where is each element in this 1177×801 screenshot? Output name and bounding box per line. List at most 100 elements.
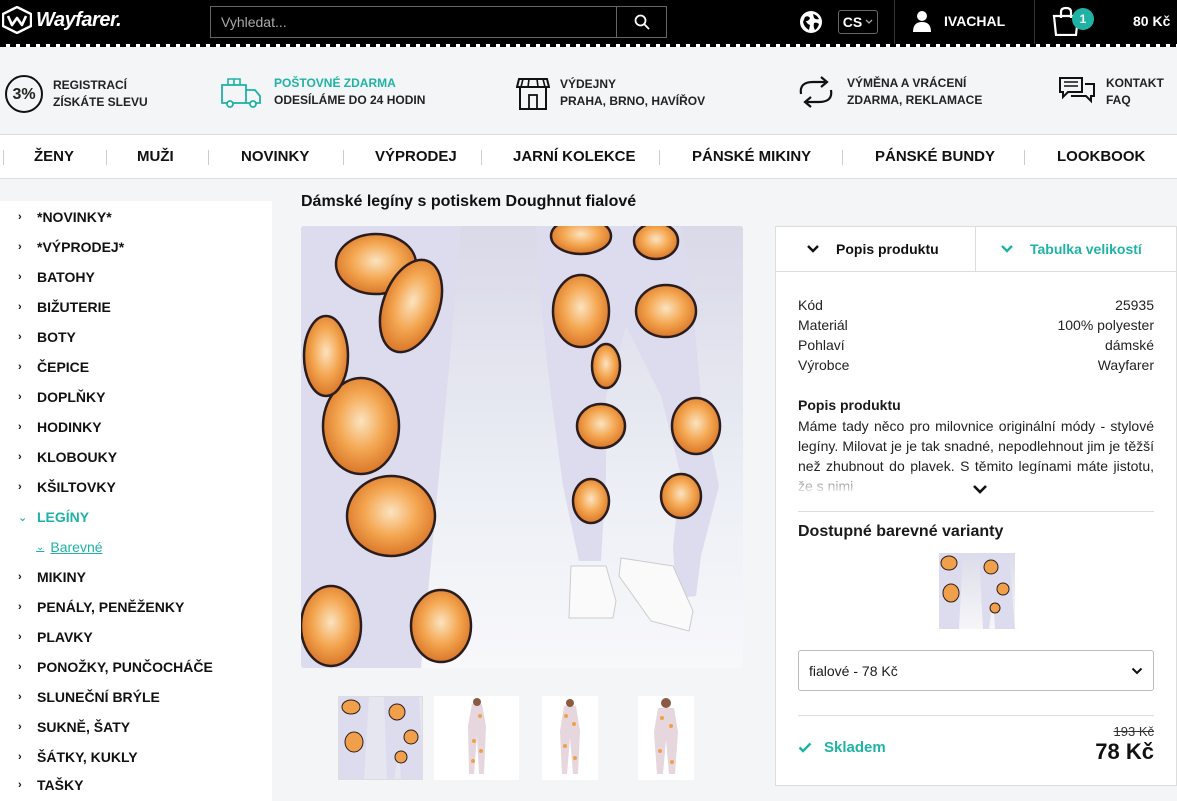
category-item[interactable]: › HODINKY: [18, 419, 102, 435]
user-account[interactable]: IVACHAL: [912, 10, 1005, 32]
benefit-line2: ZDARMA, REKLAMACE: [847, 93, 983, 107]
category-label: TAŠKY: [37, 777, 84, 793]
benefit-line1: KONTAKT: [1106, 76, 1164, 90]
category-label: BIŽUTERIE: [37, 299, 111, 315]
spec-row: Výrobce Wayfarer: [798, 357, 1154, 373]
cart-total: 80 Kč: [1133, 13, 1171, 29]
chevron-right-icon: ›: [18, 421, 22, 433]
tab-size-chart[interactable]: Tabulka velikostí: [976, 227, 1176, 271]
subcategory-item[interactable]: ⌄ Barevné: [36, 539, 103, 555]
category-item[interactable]: › KŠILTOVKY: [18, 479, 116, 495]
spec-label: Výrobce: [798, 357, 850, 373]
product-main-image[interactable]: [301, 226, 743, 668]
search-button[interactable]: [616, 7, 666, 37]
language-select[interactable]: CS: [838, 10, 878, 34]
benefit-contact[interactable]: KONTAKT FAQ: [1058, 75, 1164, 109]
variants-heading: Dostupné barevné varianty: [798, 523, 1004, 540]
benefit-returns[interactable]: VÝMĚNA A VRÁCENÍ ZDARMA, REKLAMACE: [795, 75, 982, 109]
category-item[interactable]: › MIKINY: [18, 569, 86, 585]
nav-divider: [842, 150, 843, 165]
divider: [894, 0, 895, 44]
category-item[interactable]: › BOTY: [18, 329, 76, 345]
product-title: Dámské legíny s potiskem Doughnut fialov…: [301, 193, 637, 210]
cart-count-badge: 1: [1072, 8, 1094, 30]
spec-value: Wayfarer: [1097, 357, 1154, 373]
search-input[interactable]: [211, 7, 616, 37]
nav-divider: [1024, 150, 1025, 165]
chevron-right-icon: ›: [18, 601, 22, 613]
chevron-down-icon: [1131, 667, 1143, 674]
chevron-right-icon: ›: [18, 331, 22, 343]
category-label: ŠÁTKY, KUKLY: [37, 749, 138, 765]
nav-item-novinky[interactable]: NOVINKY: [241, 148, 309, 165]
category-item[interactable]: › PONOŽKY, PUNČOCHÁČE: [18, 659, 213, 675]
category-item-active[interactable]: ⌄ LEGÍNY: [18, 509, 89, 525]
category-label: KŠILTOVKY: [37, 479, 116, 495]
discount-badge: 3%: [5, 75, 43, 113]
category-label: PLAVKY: [37, 629, 93, 645]
category-item[interactable]: › DOPLŇKY: [18, 389, 105, 405]
thumbnail-image: [339, 697, 422, 779]
benefit-registration[interactable]: 3% REGISTRACÍ ZÍSKÁTE SLEVU: [5, 75, 148, 113]
category-label: HODINKY: [37, 419, 102, 435]
expand-description-button[interactable]: [972, 481, 988, 499]
category-label: BATOHY: [37, 269, 95, 285]
category-item[interactable]: › PENÁLY, PENĚŽENKY: [18, 599, 184, 615]
thumbnail-4[interactable]: [638, 696, 694, 780]
nav-item-lookbook[interactable]: LOOKBOOK: [1057, 148, 1145, 165]
category-label: SUKNĚ, ŠATY: [37, 719, 131, 735]
thumbnail-2[interactable]: [434, 696, 519, 780]
category-label: DOPLŇKY: [37, 389, 106, 405]
chevron-right-icon: ›: [18, 361, 22, 373]
category-item[interactable]: › *NOVINKY*: [18, 209, 112, 225]
nav-item-jarni-kolekce[interactable]: JARNÍ KOLEKCE: [513, 148, 636, 165]
current-price: 78 Kč: [1095, 739, 1154, 764]
nav-divider: [3, 150, 4, 165]
thumbnail-image: [542, 696, 598, 780]
benefit-line2: ZÍSKÁTE SLEVU: [53, 95, 148, 109]
cart[interactable]: 1 80 Kč: [1052, 6, 1170, 36]
thumbnail-3[interactable]: [542, 696, 598, 780]
chevron-down-icon: ⌄: [36, 541, 45, 553]
category-item[interactable]: › KLOBOUKY: [18, 449, 117, 465]
product-tabs: Popis produktu Tabulka velikostí: [776, 227, 1176, 272]
category-item[interactable]: › BIŽUTERIE: [18, 299, 111, 315]
chevron-down-icon: ⌄: [18, 511, 28, 524]
category-label: BOTY: [37, 329, 76, 345]
nav-item-panske-bundy[interactable]: PÁNSKÉ BUNDY: [875, 148, 995, 165]
variant-thumbnail[interactable]: [939, 553, 1015, 629]
chevron-right-icon: ›: [18, 571, 22, 583]
variant-select[interactable]: fialové - 78 Kč: [798, 650, 1154, 691]
nav-item-muzi[interactable]: MUŽI: [137, 148, 174, 165]
category-label: *VÝPRODEJ*: [37, 239, 125, 255]
stock-label: Skladem: [824, 739, 886, 756]
nav-item-panske-mikiny[interactable]: PÁNSKÉ MIKINY: [692, 148, 811, 165]
benefits-bar: 3% REGISTRACÍ ZÍSKÁTE SLEVU POŠTOVNÉ ZDAR…: [0, 47, 1177, 134]
chevron-right-icon: ›: [18, 451, 22, 463]
benefit-shipping[interactable]: POŠTOVNÉ ZDARMA ODESÍLÁME DO 24 HODIN: [218, 75, 425, 109]
check-icon: [798, 742, 812, 753]
globe-icon[interactable]: [798, 9, 824, 40]
tab-product-description[interactable]: Popis produktu: [776, 227, 976, 271]
category-item[interactable]: › TAŠKY: [18, 777, 83, 793]
logo[interactable]: Wayfarer.: [2, 6, 122, 34]
category-label: LEGÍNY: [37, 509, 90, 525]
benefit-pickup[interactable]: VÝDEJNY PRAHA, BRNO, HAVÍŘOV: [516, 75, 705, 111]
category-item[interactable]: › PLAVKY: [18, 629, 93, 645]
chevron-right-icon: ›: [18, 211, 22, 223]
chevron-right-icon: ›: [18, 391, 22, 403]
category-item[interactable]: › BATOHY: [18, 269, 95, 285]
nav-item-zeny[interactable]: ŽENY: [34, 148, 74, 165]
category-item[interactable]: › SLUNEČNÍ BRÝLE: [18, 689, 160, 705]
category-item[interactable]: › *VÝPRODEJ*: [18, 239, 124, 255]
chevron-right-icon: ›: [18, 271, 22, 283]
category-label: PONOŽKY, PUNČOCHÁČE: [37, 659, 213, 675]
category-item[interactable]: › ČEPICE: [18, 359, 89, 375]
thumbnail-1[interactable]: [338, 696, 423, 780]
chevron-right-icon: ›: [18, 721, 22, 733]
chevron-down-icon: [1001, 245, 1013, 253]
category-item[interactable]: › SUKNĚ, ŠATY: [18, 719, 130, 735]
category-item[interactable]: › ŠÁTKY, KUKLY: [18, 749, 138, 765]
nav-item-vyprodej[interactable]: VÝPRODEJ: [375, 148, 457, 165]
nav-divider: [106, 150, 107, 165]
